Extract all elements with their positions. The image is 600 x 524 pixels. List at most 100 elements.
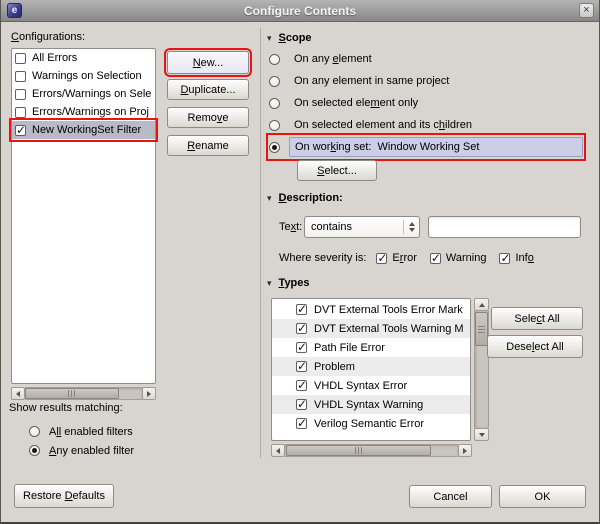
scope-option-label: On working set: Window Working Set xyxy=(289,137,583,157)
radio-button[interactable] xyxy=(29,426,40,437)
type-row[interactable]: VHDL Syntax Error xyxy=(272,376,470,395)
chevron-down-icon xyxy=(408,228,415,232)
type-row[interactable]: DVT External Tools Error Mark xyxy=(272,300,470,319)
configuration-row[interactable]: Errors/Warnings on Sele xyxy=(12,85,155,103)
ok-button[interactable]: OK xyxy=(499,485,586,508)
type-checkbox[interactable] xyxy=(296,302,307,316)
scope-option-label: On selected element and its children xyxy=(294,119,472,131)
scroll-up-button[interactable] xyxy=(474,298,489,311)
types-header-label: Types xyxy=(278,277,310,289)
cancel-button[interactable]: Cancel xyxy=(409,485,492,508)
severity-label: Where severity is: xyxy=(279,252,367,264)
type-label: Problem xyxy=(314,360,355,373)
configuration-checkbox[interactable] xyxy=(15,123,26,137)
restore-defaults-button[interactable]: Restore Defaults xyxy=(14,484,114,508)
panel-separator xyxy=(260,28,261,458)
expander-icon: ▾ xyxy=(267,192,272,203)
expander-icon: ▾ xyxy=(267,277,272,288)
radio-button[interactable] xyxy=(29,445,40,456)
match-option-row[interactable]: Any enabled filter xyxy=(29,441,189,460)
scroll-right-icon xyxy=(463,447,467,454)
type-checkbox[interactable] xyxy=(296,321,307,335)
scrollbar-track[interactable] xyxy=(474,311,489,428)
type-label: DVT External Tools Error Mark xyxy=(314,303,463,316)
type-label: VHDL Syntax Error xyxy=(314,379,408,392)
scrollbar-track[interactable] xyxy=(25,387,142,400)
type-row[interactable]: Problem xyxy=(272,357,470,376)
titlebar[interactable]: e Configure Contents × xyxy=(1,0,599,22)
radio-button[interactable] xyxy=(269,97,280,109)
type-checkbox[interactable] xyxy=(296,340,307,354)
severity-option[interactable]: Error xyxy=(376,251,417,265)
scrollbar-thumb[interactable] xyxy=(25,388,119,399)
severity-option-label: Warning xyxy=(445,252,487,264)
match-option-row[interactable]: All enabled filters xyxy=(29,422,189,441)
type-checkbox[interactable] xyxy=(296,416,307,430)
scope-option-row[interactable]: On any element in same project xyxy=(269,70,583,92)
type-checkbox[interactable] xyxy=(296,359,307,373)
scope-option-row[interactable]: On any element xyxy=(269,48,583,70)
window-title: Configure Contents xyxy=(244,4,356,18)
scrollbar-track[interactable] xyxy=(285,444,458,457)
radio-button[interactable] xyxy=(269,141,280,153)
scope-option-row[interactable]: On selected element only xyxy=(269,92,583,114)
configuration-label: Errors/Warnings on Sele xyxy=(32,88,152,100)
scroll-left-button[interactable] xyxy=(11,387,25,400)
scrollbar-thumb[interactable] xyxy=(286,445,432,456)
type-row[interactable]: Verilog Semantic Error xyxy=(272,414,470,433)
configuration-checkbox[interactable] xyxy=(15,70,26,82)
scope-section-header[interactable]: ▾ Scope xyxy=(267,32,312,44)
chevron-up-icon xyxy=(408,222,415,226)
types-section-header[interactable]: ▾ Types xyxy=(267,277,310,289)
deselect-all-button[interactable]: Dese l ect All xyxy=(487,335,583,358)
severity-checkbox[interactable] xyxy=(499,251,511,265)
configuration-label: Errors/Warnings on Proj xyxy=(32,106,149,118)
close-button[interactable]: × xyxy=(579,3,594,18)
match-option-label: Any enabled filter xyxy=(49,444,135,457)
remove-button[interactable]: Remo v e xyxy=(167,107,249,128)
configuration-row[interactable]: Warnings on Selection xyxy=(12,67,155,85)
text-match-mode-combo[interactable]: contains xyxy=(304,216,420,238)
configurations-list[interactable]: All Errors Warnings on Selection Errors/… xyxy=(9,48,158,384)
rename-button[interactable]: Rename xyxy=(167,135,249,156)
configuration-label: New WorkingSet Filter xyxy=(32,124,142,136)
type-checkbox[interactable] xyxy=(296,397,307,411)
severity-option-label: Info xyxy=(515,252,534,264)
radio-button[interactable] xyxy=(269,75,280,87)
scope-option-row[interactable]: On selected element and its children xyxy=(269,114,583,136)
description-section-header[interactable]: ▾ Description: xyxy=(267,192,343,204)
configuration-checkbox[interactable] xyxy=(15,88,26,100)
configuration-checkbox[interactable] xyxy=(15,52,26,64)
type-row[interactable]: VHDL Syntax Warning xyxy=(272,395,470,414)
configurations-hscrollbar[interactable] xyxy=(11,387,156,400)
duplicate-button[interactable]: Duplicate... xyxy=(167,79,249,100)
types-vscrollbar[interactable] xyxy=(474,298,489,441)
scroll-left-button[interactable] xyxy=(271,444,285,457)
severity-option[interactable]: Info xyxy=(499,251,534,265)
select-all-button[interactable]: Sele c t All xyxy=(491,307,583,330)
scroll-right-button[interactable] xyxy=(142,387,156,400)
severity-checkbox[interactable] xyxy=(376,251,387,265)
configuration-row[interactable]: New WorkingSet Filter xyxy=(9,118,158,142)
configuration-checkbox[interactable] xyxy=(15,106,26,118)
types-hscrollbar[interactable] xyxy=(271,444,472,457)
type-row[interactable]: DVT External Tools Warning M xyxy=(272,319,470,338)
configurations-label: Configurations: xyxy=(11,31,85,43)
radio-button[interactable] xyxy=(269,119,280,131)
types-list[interactable]: DVT External Tools Error Mark DVT Extern… xyxy=(271,298,471,441)
scroll-down-button[interactable] xyxy=(474,428,489,441)
scope-option-row[interactable]: On working set: Window Working Set xyxy=(266,133,586,161)
select-working-set-button[interactable]: Select... xyxy=(297,160,377,181)
severity-option[interactable]: Warning xyxy=(429,251,487,265)
scope-option-label: On selected element only xyxy=(294,97,419,109)
configuration-row[interactable]: Errors/Warnings on Proj xyxy=(12,103,155,121)
configuration-row[interactable]: All Errors xyxy=(12,49,155,67)
combo-spinner-icon[interactable] xyxy=(404,222,419,232)
severity-checkbox[interactable] xyxy=(429,251,441,265)
text-filter-input[interactable] xyxy=(428,216,581,238)
scroll-right-button[interactable] xyxy=(458,444,472,457)
new-button[interactable]: New... xyxy=(164,48,252,77)
type-checkbox[interactable] xyxy=(296,378,307,392)
radio-button[interactable] xyxy=(269,53,280,65)
type-row[interactable]: Path File Error xyxy=(272,338,470,357)
